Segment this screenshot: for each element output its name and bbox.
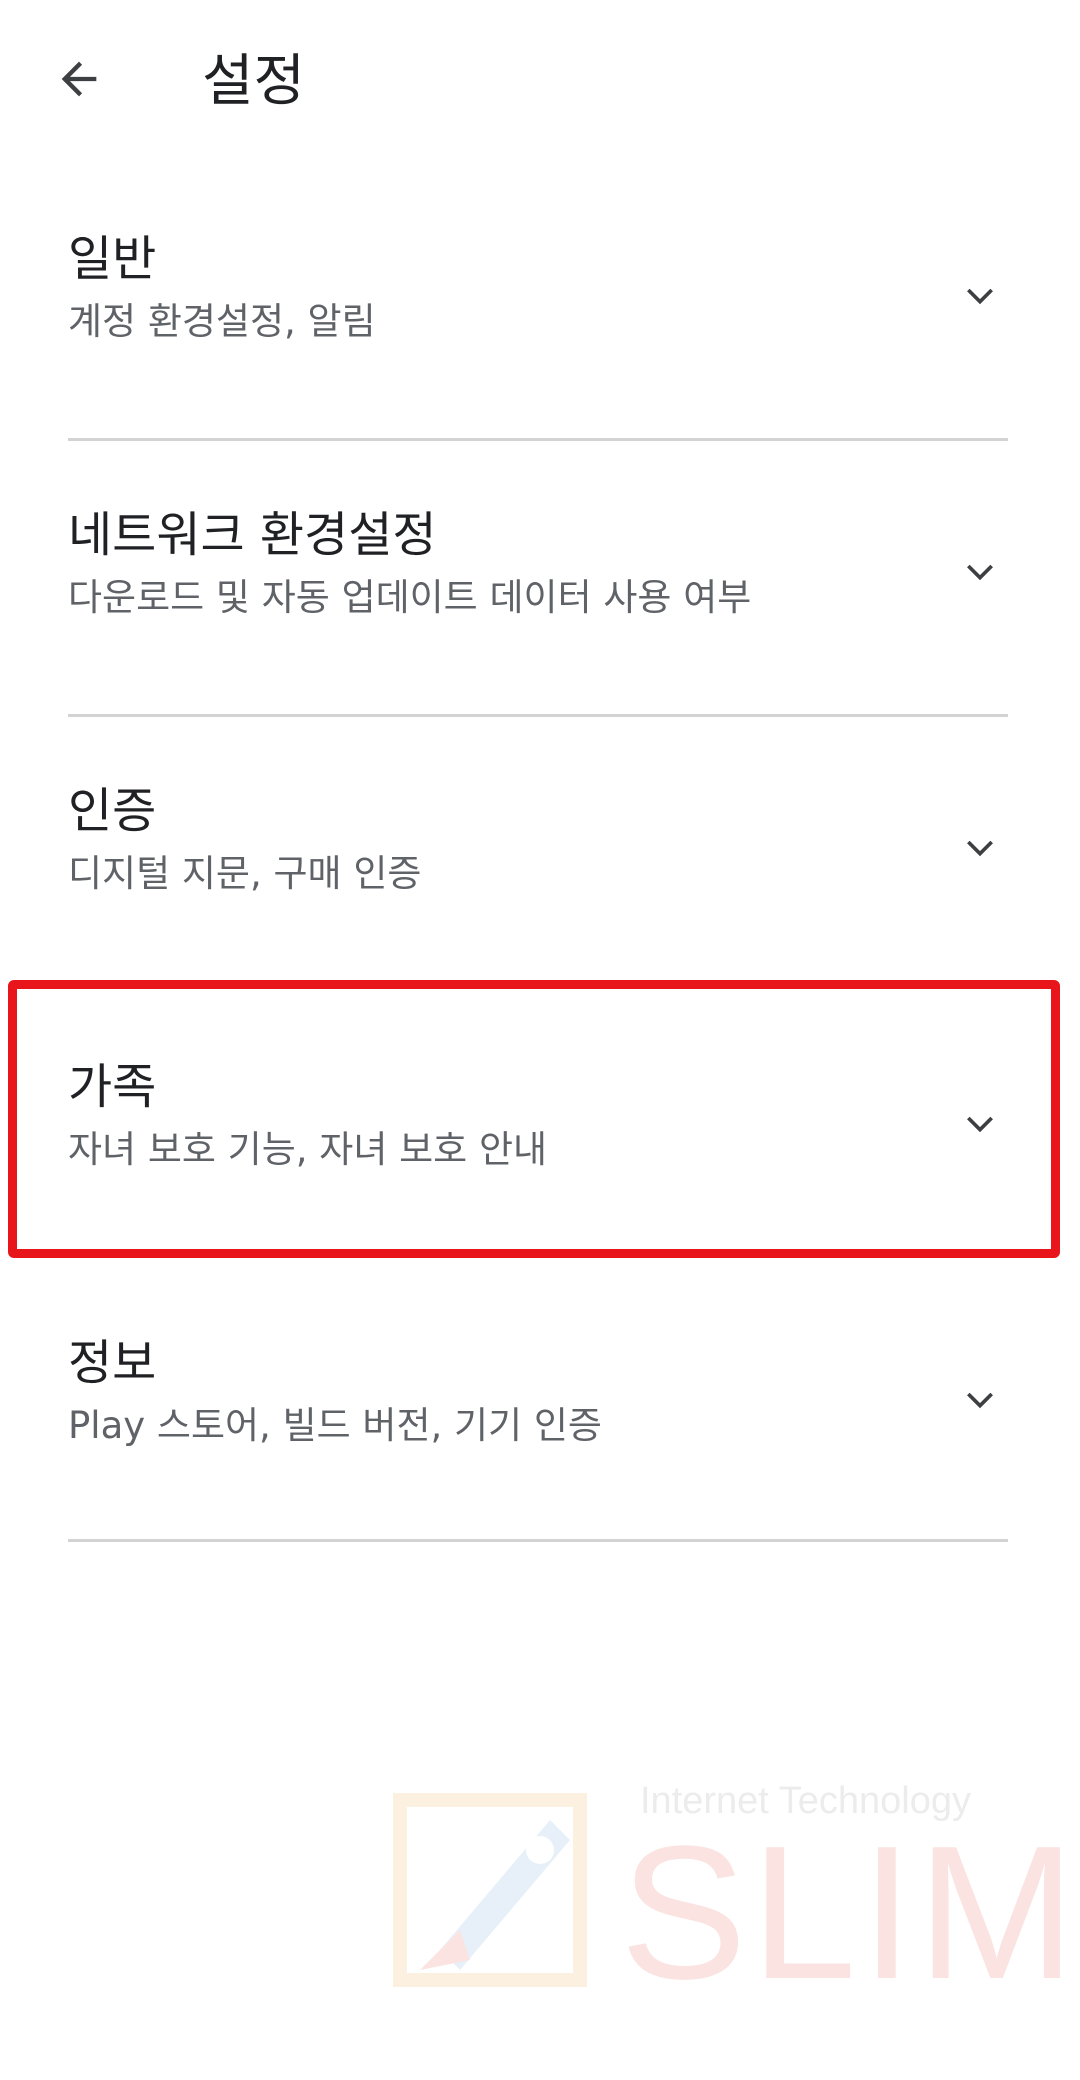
app-bar: 설정 [0,0,1080,165]
back-button[interactable] [44,44,114,114]
page-title: 설정 [202,49,306,114]
watermark-brand: SLIM [620,1807,1080,2019]
section-title: 가족 [68,1059,157,1115]
section-subtitle: 자녀 보호 기능, 자녀 보호 안내 [68,1128,548,1171]
watermark: Internet Technology SLIM [380,1760,1075,2020]
section-title: 네트워크 환경설정 [68,507,437,563]
chevron-down-icon [950,1093,1010,1153]
chevron-down-icon [950,817,1010,877]
arrow-back-icon [61,61,97,97]
section-subtitle: 다운로드 및 자동 업데이트 데이터 사용 여부 [68,576,752,619]
chevron-down-icon [950,541,1010,601]
section-subtitle: 계정 환경설정, 알림 [68,300,376,343]
settings-section-authentication[interactable]: 인증 디지털 지문, 구매 인증 [0,717,1080,991]
watermark-tagline: Internet Technology [640,1780,971,1822]
section-title: 일반 [68,231,157,287]
settings-section-family[interactable]: 가족 자녀 보호 기능, 자녀 보호 안내 [0,993,1080,1267]
section-subtitle: 디지털 지문, 구매 인증 [68,852,422,895]
settings-section-network[interactable]: 네트워크 환경설정 다운로드 및 자동 업데이트 데이터 사용 여부 [0,441,1080,715]
section-title: 정보 [68,1335,157,1391]
section-title: 인증 [68,783,157,839]
chevron-down-icon [950,1369,1010,1429]
divider [68,1539,1008,1542]
rocket-logo-icon [393,1793,587,1987]
chevron-down-icon [950,265,1010,325]
section-subtitle: Play 스토어, 빌드 버전, 기기 인증 [68,1404,602,1447]
settings-section-about[interactable]: 정보 Play 스토어, 빌드 버전, 기기 인증 [0,1269,1080,1543]
settings-section-general[interactable]: 일반 계정 환경설정, 알림 [0,165,1080,439]
